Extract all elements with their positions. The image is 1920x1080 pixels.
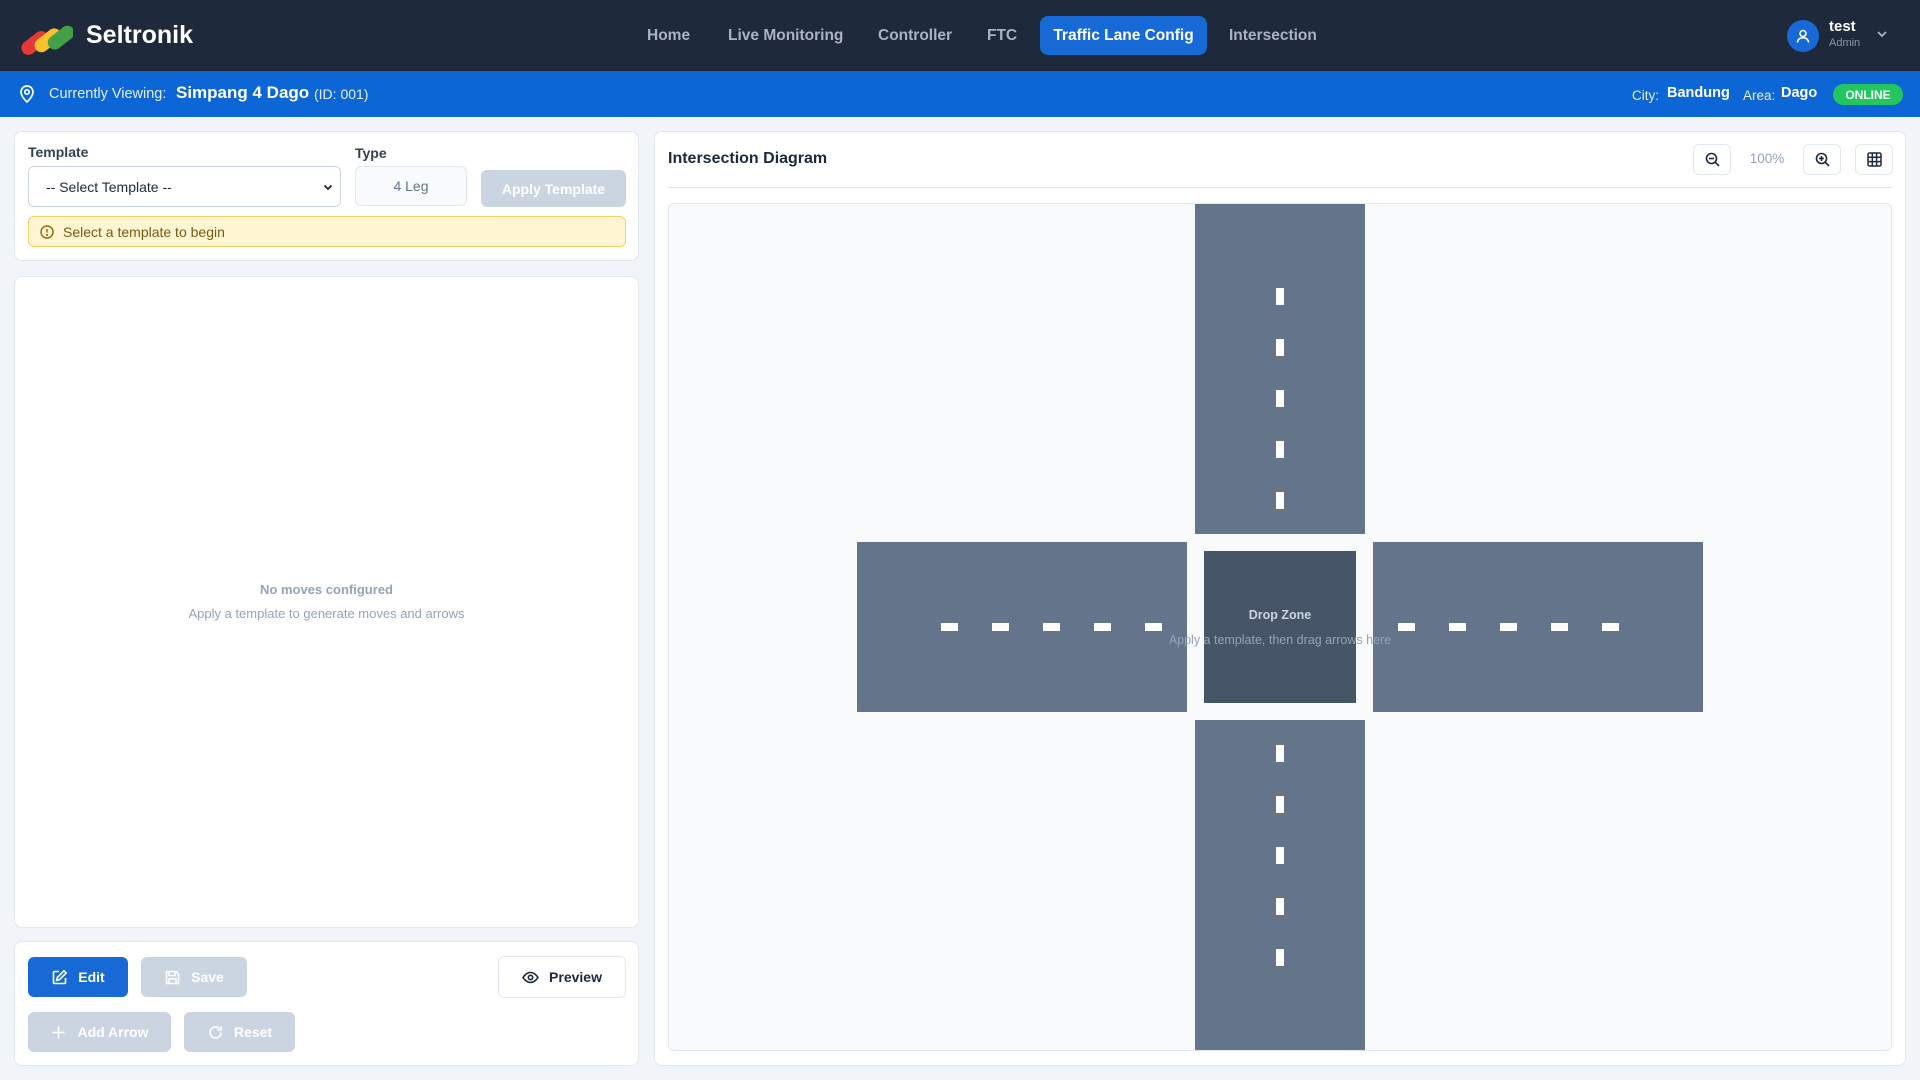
template-select-value: -- Select Template -- [46, 178, 172, 195]
user-name: test [1829, 18, 1856, 35]
lane-marking [1276, 898, 1284, 915]
template-select[interactable]: -- Select Template -- [28, 166, 341, 207]
user-menu[interactable]: test Admin [1787, 18, 1892, 54]
lane-marking [1602, 623, 1619, 631]
lane-marking [1094, 623, 1111, 631]
add-arrow-button-label: Add Arrow [77, 1024, 149, 1040]
lane-marking [1551, 623, 1568, 631]
nav-live-monitoring[interactable]: Live Monitoring [710, 16, 861, 55]
lane-marking [992, 623, 1009, 631]
brand-name: Seltronik [86, 21, 193, 49]
save-button-label: Save [191, 969, 224, 985]
save-button[interactable]: Save [141, 957, 247, 997]
type-value: 4 Leg [355, 166, 467, 206]
lane-marking [941, 623, 958, 631]
reset-icon [209, 1025, 222, 1039]
apply-template-button[interactable]: Apply Template [481, 170, 626, 207]
city-label: City: [1632, 88, 1659, 103]
lane-marking [1276, 949, 1284, 966]
moves-card [14, 276, 639, 928]
drop-zone[interactable] [1204, 551, 1356, 703]
road-north [1195, 204, 1365, 534]
drop-zone-title: Drop Zone [1248, 608, 1312, 622]
lane-marking [1276, 441, 1284, 458]
diagram-title: Intersection Diagram [668, 150, 828, 167]
status-badge: ONLINE [1833, 84, 1903, 105]
road-east [1373, 542, 1703, 712]
reset-button-label: Reset [233, 1024, 273, 1040]
nav-ftc[interactable]: FTC [969, 16, 1035, 55]
grid-icon [1866, 152, 1882, 167]
type-label: Type [355, 145, 387, 161]
lane-marking [1276, 339, 1284, 356]
site-id: (ID: 001) [314, 86, 369, 102]
seltronik-logo [21, 25, 73, 55]
lane-marking [1276, 390, 1284, 407]
zoom-out-icon [1705, 152, 1720, 167]
edit-button-label: Edit [78, 969, 105, 985]
drop-zone-hint: Apply a template, then drag arrows here [1168, 633, 1392, 647]
city-value: Bandung [1667, 85, 1730, 101]
area-label: Area: [1743, 88, 1776, 103]
lane-marking [1145, 623, 1162, 631]
preview-button[interactable]: Preview [498, 956, 626, 998]
user-icon [1787, 20, 1819, 52]
template-alert-text: Select a template to begin [63, 223, 225, 240]
nav-home[interactable]: Home [629, 16, 708, 55]
empty-moves-subtitle: Apply a template to generate moves and a… [188, 606, 465, 621]
alert-circle-icon [40, 225, 54, 239]
save-icon [165, 970, 180, 984]
lane-marking [1276, 492, 1284, 509]
currently-viewing-label: Currently Viewing: [49, 86, 167, 102]
add-arrow-button[interactable]: Add Arrow [28, 1012, 171, 1052]
edit-button[interactable]: Edit [28, 957, 128, 997]
nav-traffic-lane-config[interactable]: Traffic Lane Config [1040, 16, 1207, 55]
site-name: Simpang 4 Dago [176, 83, 310, 102]
lane-marking [1449, 623, 1466, 631]
template-label: Template [28, 144, 89, 160]
eye-icon [522, 971, 539, 983]
chevron-down-icon [323, 184, 333, 191]
top-navbar: Seltronik Home Live Monitoring Controlle… [0, 0, 1920, 71]
lane-marking [1500, 623, 1517, 631]
road-west [857, 542, 1187, 712]
area-value: Dago [1781, 85, 1818, 101]
zoom-level: 100% [1749, 151, 1785, 166]
lane-marking [1043, 623, 1060, 631]
location-bar: Currently Viewing: Simpang 4 Dago (ID: 0… [0, 71, 1920, 117]
template-alert: Select a template to begin [28, 216, 626, 247]
zoom-in-icon [1815, 152, 1830, 167]
user-role: Admin [1829, 37, 1861, 49]
lane-marking [1276, 288, 1284, 305]
edit-icon [52, 969, 68, 984]
nav-controller[interactable]: Controller [860, 16, 970, 55]
lane-marking [1276, 847, 1284, 864]
zoom-in-button[interactable] [1803, 144, 1841, 175]
zoom-out-button[interactable] [1693, 144, 1731, 175]
chevron-down-icon [1877, 31, 1887, 38]
diagram-divider [668, 187, 1892, 188]
lane-marking [1398, 623, 1415, 631]
preview-button-label: Preview [549, 969, 602, 985]
grid-toggle-button[interactable] [1855, 144, 1893, 175]
lane-marking [1276, 745, 1284, 762]
map-pin-icon [20, 85, 34, 103]
empty-moves-title: No moves configured [260, 582, 393, 597]
road-south [1195, 720, 1365, 1050]
reset-button[interactable]: Reset [184, 1012, 295, 1052]
lane-marking [1276, 796, 1284, 813]
nav-intersection[interactable]: Intersection [1211, 16, 1335, 55]
plus-icon [52, 1026, 65, 1038]
